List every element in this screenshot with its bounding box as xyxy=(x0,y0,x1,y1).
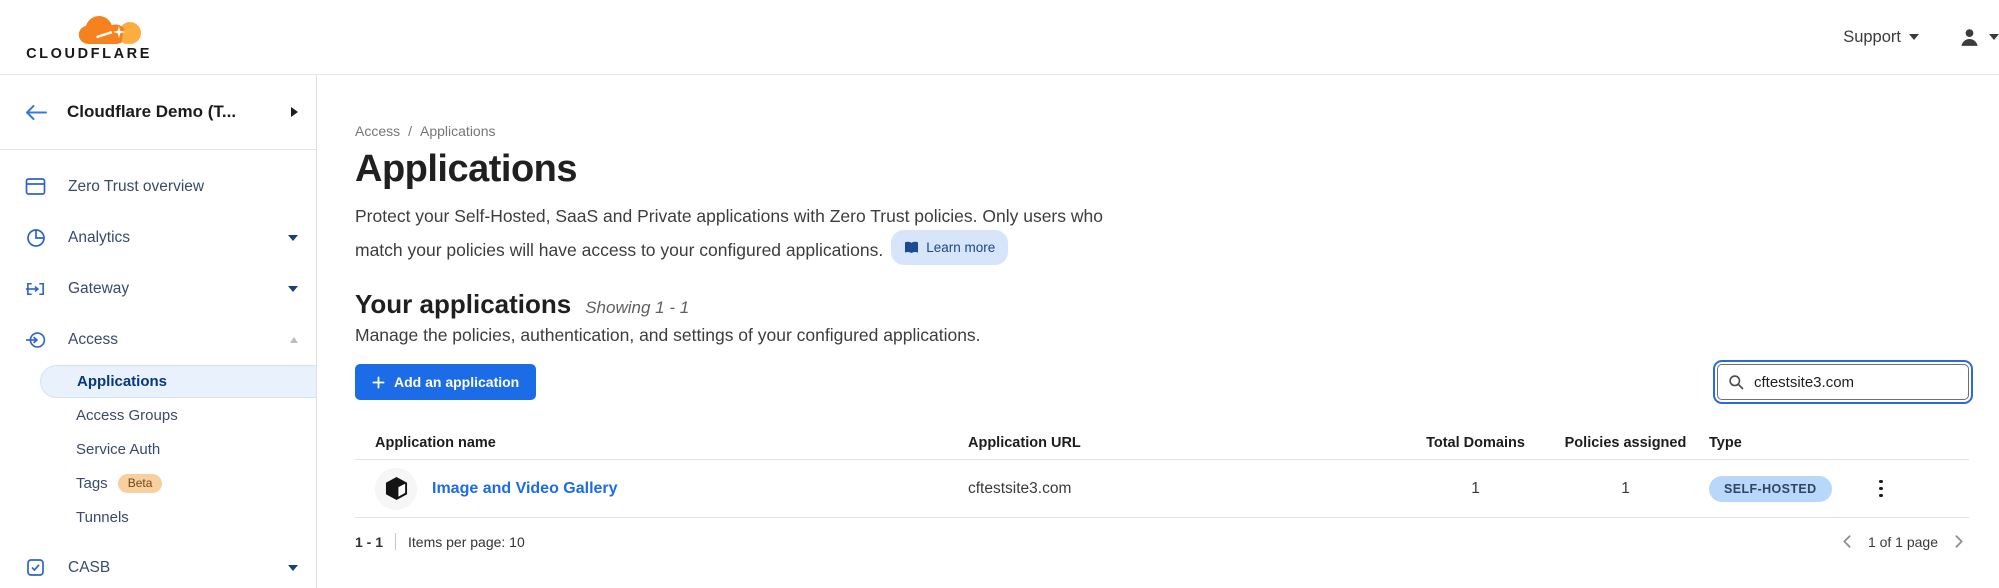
application-link[interactable]: Image and Video Gallery xyxy=(432,480,618,498)
table-header-row: Application name Application URL Total D… xyxy=(355,426,1969,460)
beta-badge: Beta xyxy=(118,474,163,493)
applications-table: Application name Application URL Total D… xyxy=(355,426,1969,518)
type-badge: SELF-HOSTED xyxy=(1709,476,1832,502)
search-icon xyxy=(1728,374,1744,390)
cloudflare-logo[interactable]: CLOUDFLARE xyxy=(20,13,152,62)
sidebar-item-label: Access xyxy=(68,331,268,349)
chevron-left-icon xyxy=(1839,533,1856,550)
sidebar-item-label: Applications xyxy=(77,373,167,390)
sidebar: Cloudflare Demo (T... Zero Trust overvie… xyxy=(0,75,317,588)
total-domains-value: 1 xyxy=(1403,480,1548,498)
showing-count: Showing 1 - 1 xyxy=(585,298,689,318)
support-label: Support xyxy=(1843,28,1901,47)
cloudflare-wordmark: CLOUDFLARE xyxy=(26,46,152,62)
previous-page-button[interactable] xyxy=(1837,531,1858,552)
footer-divider xyxy=(395,533,396,550)
section-title: Your applications xyxy=(355,289,571,320)
add-application-button[interactable]: Add an application xyxy=(355,364,536,400)
account-name: Cloudflare Demo (T... xyxy=(67,102,271,122)
support-menu[interactable]: Support xyxy=(1843,28,1919,47)
sidebar-item-analytics[interactable]: Analytics xyxy=(0,212,316,263)
row-actions-kebab-icon[interactable] xyxy=(1875,476,1887,502)
sidebar-item-label: Tunnels xyxy=(76,509,129,526)
sidebar-item-access[interactable]: Access xyxy=(0,314,316,365)
sidebar-item-applications[interactable]: Applications xyxy=(40,365,316,398)
column-header-policies-assigned: Policies assigned xyxy=(1548,435,1703,451)
description-line-1: Protect your Self-Hosted, SaaS and Priva… xyxy=(355,206,1103,226)
sidebar-item-casb[interactable]: CASB xyxy=(0,542,316,588)
user-icon xyxy=(1959,27,1980,48)
chevron-right-icon xyxy=(1950,533,1967,550)
column-header-total-domains: Total Domains xyxy=(1403,435,1548,451)
learn-more-label: Learn more xyxy=(926,234,995,261)
book-icon xyxy=(904,241,919,254)
sidebar-item-tunnels[interactable]: Tunnels xyxy=(40,500,316,534)
gateway-icon xyxy=(25,280,46,298)
cloudflare-cloud-icon xyxy=(78,13,144,45)
policies-assigned-value: 1 xyxy=(1548,480,1703,498)
sidebar-item-label: Access Groups xyxy=(76,407,178,424)
column-header-type: Type xyxy=(1703,435,1863,451)
table-footer: 1 - 1 Items per page: 10 1 of 1 page xyxy=(355,531,1969,552)
login-arrow-icon xyxy=(25,330,46,350)
toolbar: Add an application xyxy=(355,364,1969,400)
app-cube-icon xyxy=(375,468,417,510)
table-row: Image and Video Gallery cftestsite3.com … xyxy=(355,460,1969,518)
top-bar: CLOUDFLARE Support xyxy=(0,0,1999,75)
description-line-2: match your policies will have access to … xyxy=(355,240,883,260)
chevron-up-icon[interactable] xyxy=(290,337,298,343)
access-subnav: Applications Access Groups Service Auth … xyxy=(0,365,316,534)
chevron-down-icon xyxy=(1909,34,1919,40)
breadcrumb: Access / Applications xyxy=(355,123,1969,139)
sidebar-item-label: Zero Trust overview xyxy=(68,178,316,196)
user-menu[interactable] xyxy=(1959,27,1999,48)
sidebar-item-label: Tags xyxy=(76,475,108,492)
items-per-page[interactable]: Items per page: 10 xyxy=(408,534,525,550)
breadcrumb-separator: / xyxy=(408,123,412,139)
page-title: Applications xyxy=(355,148,1969,191)
page-description: Protect your Self-Hosted, SaaS and Priva… xyxy=(355,203,1969,265)
next-page-button[interactable] xyxy=(1948,531,1969,552)
result-range: 1 - 1 xyxy=(355,534,383,550)
sidebar-nav: Zero Trust overview Analytics xyxy=(0,150,316,588)
breadcrumb-applications[interactable]: Applications xyxy=(420,123,496,139)
chevron-down-icon[interactable] xyxy=(288,286,298,292)
sidebar-item-label: Service Auth xyxy=(76,441,160,458)
sidebar-item-service-auth[interactable]: Service Auth xyxy=(40,432,316,466)
expand-right-icon[interactable] xyxy=(291,107,298,117)
plus-icon xyxy=(372,376,385,389)
sidebar-item-zero-trust-overview[interactable]: Zero Trust overview xyxy=(0,161,316,212)
breadcrumb-access[interactable]: Access xyxy=(355,123,400,139)
window-icon xyxy=(25,177,46,196)
back-arrow-icon[interactable] xyxy=(25,104,47,121)
learn-more-badge[interactable]: Learn more xyxy=(891,230,1008,265)
main-content: Access / Applications Applications Prote… xyxy=(317,75,1999,588)
column-header-application-name: Application name xyxy=(355,435,963,451)
sidebar-item-label: Gateway xyxy=(68,280,266,298)
sidebar-item-label: Analytics xyxy=(68,229,266,247)
sidebar-item-gateway[interactable]: Gateway xyxy=(0,263,316,314)
shield-check-icon xyxy=(25,558,46,577)
application-url: cftestsite3.com xyxy=(963,480,1403,498)
add-application-label: Add an application xyxy=(394,374,519,390)
search-input[interactable] xyxy=(1717,364,1969,400)
sidebar-item-label: CASB xyxy=(68,559,266,577)
sidebar-item-tags[interactable]: Tags Beta xyxy=(40,466,316,500)
account-switcher[interactable]: Cloudflare Demo (T... xyxy=(0,75,316,150)
pie-chart-icon xyxy=(25,228,46,248)
sidebar-item-access-groups[interactable]: Access Groups xyxy=(40,398,316,432)
chevron-down-icon xyxy=(1989,34,1999,40)
chevron-down-icon[interactable] xyxy=(288,565,298,571)
section-subheading: Manage the policies, authentication, and… xyxy=(355,325,1969,346)
page-indicator: 1 of 1 page xyxy=(1868,534,1938,550)
column-header-application-url: Application URL xyxy=(963,435,1403,451)
chevron-down-icon[interactable] xyxy=(288,235,298,241)
